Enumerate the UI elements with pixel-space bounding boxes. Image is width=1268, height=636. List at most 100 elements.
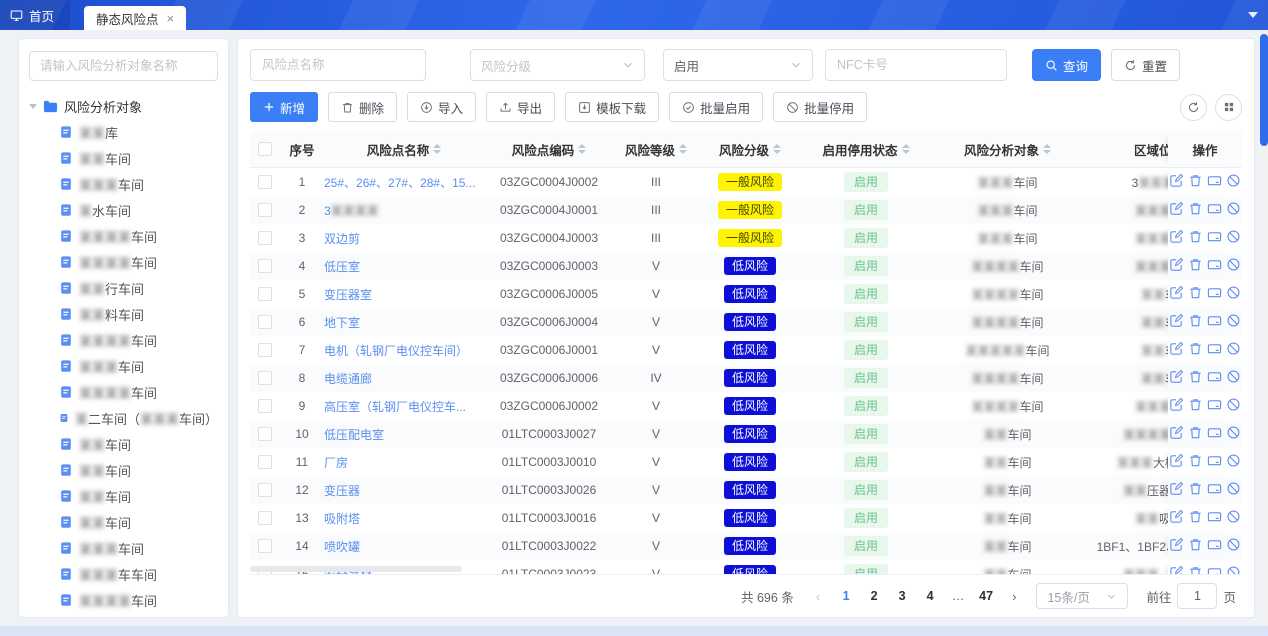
sidebar-tree-item[interactable]: 某某某车间 [29,353,218,379]
sidebar-tree-item[interactable]: 某某某车间 [29,535,218,561]
delete-icon[interactable] [1188,481,1203,496]
sidebar-tree-item[interactable]: 某某某车车间 [29,561,218,587]
row-checkbox[interactable] [258,399,272,413]
delete-icon[interactable] [1188,341,1203,356]
sidebar-tree-item[interactable]: 某某车间 [29,457,218,483]
add-button[interactable]: 新增 [250,92,318,122]
edit-icon[interactable] [1169,453,1184,468]
risk-point-name-link[interactable]: 厂房 [324,456,348,470]
nfc-card-input[interactable] [825,49,1007,81]
delete-icon[interactable] [1188,565,1203,575]
batch-enable-button[interactable]: 批量启用 [669,92,763,122]
risk-point-name-link[interactable]: 变压器 [324,484,360,498]
sidebar-tree-item[interactable]: 某二车间（某某某车间） [29,405,218,431]
page-number[interactable]: 1 [834,585,858,607]
risk-point-name-link[interactable]: 低压配电室 [324,428,384,442]
nfc-card-icon[interactable] [1207,173,1222,188]
close-icon[interactable]: × [167,12,175,25]
nfc-card-icon[interactable] [1207,369,1222,384]
disable-icon[interactable] [1226,229,1241,244]
sidebar-tree-item[interactable]: 某某料车间 [29,301,218,327]
disable-icon[interactable] [1226,537,1241,552]
risk-point-name-link[interactable]: 低压室 [324,260,360,274]
risk-point-name-link[interactable]: 双边剪 [324,232,360,246]
tab-home[interactable]: 首页 [0,0,70,30]
nfc-card-icon[interactable] [1207,257,1222,272]
disable-icon[interactable] [1226,481,1241,496]
sidebar-tree-item[interactable]: 某某某某车间 [29,379,218,405]
goto-page-input[interactable] [1177,583,1217,609]
edit-icon[interactable] [1169,425,1184,440]
page-number[interactable]: … [946,585,970,607]
nfc-card-icon[interactable] [1207,313,1222,328]
delete-icon[interactable] [1188,229,1203,244]
row-checkbox[interactable] [258,343,272,357]
row-checkbox[interactable] [258,259,272,273]
risk-point-name-link[interactable]: 高压室（轧钢厂电仪控车... [324,400,466,414]
horizontal-scrollbar[interactable] [250,566,462,572]
column-settings-button[interactable] [1215,94,1242,121]
sort-icon[interactable] [902,144,910,154]
edit-icon[interactable] [1169,173,1184,188]
nfc-card-icon[interactable] [1207,397,1222,412]
edit-icon[interactable] [1169,565,1184,575]
sidebar-tree-item[interactable]: 某某车间 [29,431,218,457]
edit-icon[interactable] [1169,285,1184,300]
delete-icon[interactable] [1188,397,1203,412]
delete-button[interactable]: 删除 [328,92,397,122]
sidebar-tree-item[interactable]: 某某车间 [29,145,218,171]
edit-icon[interactable] [1169,481,1184,496]
tab-static-risk-points[interactable]: 静态风险点 × [84,6,186,30]
page-number[interactable]: 47 [974,585,998,607]
risk-point-name-link[interactable]: 电缆通廊 [324,372,372,386]
edit-icon[interactable] [1169,341,1184,356]
nfc-card-icon[interactable] [1207,341,1222,356]
sort-icon[interactable] [433,144,441,154]
disable-icon[interactable] [1226,201,1241,216]
disable-icon[interactable] [1226,369,1241,384]
row-checkbox[interactable] [258,287,272,301]
row-checkbox[interactable] [258,371,272,385]
nfc-card-icon[interactable] [1207,201,1222,216]
disable-icon[interactable] [1226,257,1241,272]
disable-icon[interactable] [1226,341,1241,356]
disable-icon[interactable] [1226,565,1241,575]
refresh-table-button[interactable] [1180,94,1207,121]
vertical-scrollbar-track[interactable] [1260,30,1268,626]
risk-grade-select[interactable]: 风险分级 [470,49,645,81]
caret-down-icon[interactable] [29,104,37,109]
risk-point-name-link[interactable]: 25#、26#、27#、28#、15... [324,176,475,190]
sidebar-tree-item[interactable]: 某水车间 [29,197,218,223]
sort-icon[interactable] [578,144,586,154]
analysis-object-search-input[interactable] [29,51,218,81]
disable-icon[interactable] [1226,313,1241,328]
delete-icon[interactable] [1188,313,1203,328]
risk-point-name-link[interactable]: 3某某某某 [324,204,379,218]
enable-status-select[interactable]: 启用 [663,49,813,81]
sort-icon[interactable] [773,144,781,154]
row-checkbox[interactable] [258,539,272,553]
delete-icon[interactable] [1188,453,1203,468]
sidebar-tree-item[interactable]: 某某某车间 [29,171,218,197]
delete-icon[interactable] [1188,201,1203,216]
nfc-card-icon[interactable] [1207,229,1222,244]
disable-icon[interactable] [1226,425,1241,440]
sidebar-tree-item[interactable]: 某某车间 [29,483,218,509]
risk-point-name-link[interactable]: 电机（轧钢厂电仪控车间） [324,344,468,358]
nfc-card-icon[interactable] [1207,481,1222,496]
disable-icon[interactable] [1226,509,1241,524]
chevron-down-icon[interactable] [1248,12,1258,18]
delete-icon[interactable] [1188,537,1203,552]
disable-icon[interactable] [1226,453,1241,468]
search-button[interactable]: 查询 [1032,49,1101,81]
disable-icon[interactable] [1226,173,1241,188]
row-checkbox[interactable] [258,203,272,217]
row-checkbox[interactable] [258,231,272,245]
delete-icon[interactable] [1188,173,1203,188]
row-checkbox[interactable] [258,175,272,189]
nfc-card-icon[interactable] [1207,425,1222,440]
sidebar-tree-item[interactable]: 某某某某车间 [29,327,218,353]
sort-icon[interactable] [679,144,687,154]
select-all-checkbox[interactable] [258,142,272,156]
next-page-button[interactable]: › [1006,589,1022,604]
